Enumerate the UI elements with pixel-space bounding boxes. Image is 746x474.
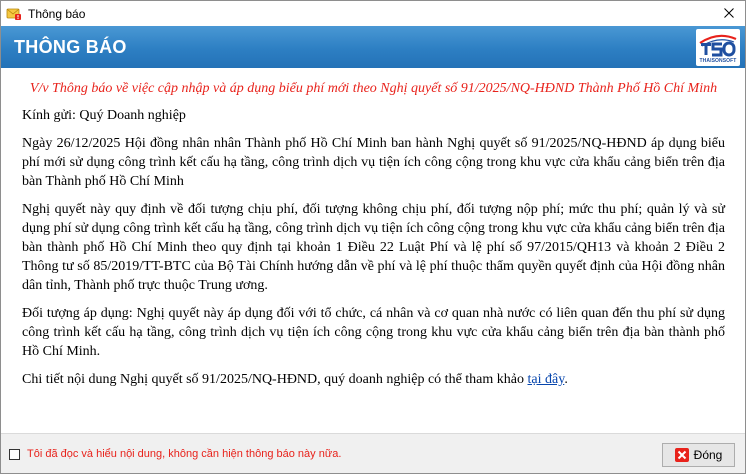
close-x-icon bbox=[674, 448, 689, 462]
paragraph-scope: Nghị quyết này quy định về đối tượng chị… bbox=[22, 202, 725, 293]
close-button-label: Đóng bbox=[693, 448, 723, 462]
window-close-button[interactable] bbox=[717, 3, 741, 23]
greeting: Kính gửi: Quý Doanh nghiệp bbox=[22, 108, 186, 123]
dont-show-again-label[interactable]: Tôi đã đọc và hiểu nội dung, không cần h… bbox=[27, 448, 341, 460]
dialog-heading: THÔNG BÁO bbox=[14, 36, 127, 57]
dont-show-again-option[interactable]: Tôi đã đọc và hiểu nội dung, không cần h… bbox=[9, 448, 341, 460]
notification-body: V/v Thông báo về việc cập nhập và áp dụn… bbox=[1, 68, 745, 433]
close-dialog-button[interactable]: Đóng bbox=[662, 443, 735, 467]
paragraph-announcement: Ngày 26/12/2025 Hội đồng nhân nhân Thành… bbox=[22, 136, 725, 189]
dont-show-again-checkbox[interactable] bbox=[9, 448, 20, 460]
close-icon bbox=[724, 8, 734, 18]
logo-text: THAISONSOFT bbox=[699, 58, 737, 64]
dialog-footer: Tôi đã đọc và hiểu nội dung, không cần h… bbox=[1, 433, 745, 473]
title-bar[interactable]: Thông báo bbox=[1, 1, 745, 26]
company-logo: THAISONSOFT bbox=[696, 29, 740, 66]
reference-suffix: . bbox=[564, 372, 568, 387]
notice-subject: V/v Thông báo về việc cập nhập và áp dụn… bbox=[29, 81, 718, 96]
reference-link[interactable]: tại đây bbox=[528, 372, 565, 387]
reference-text: Chi tiết nội dung Nghị quyết số 91/2025/… bbox=[22, 372, 528, 387]
paragraph-applicable-subjects: Đối tượng áp dụng: Nghị quyết này áp dụn… bbox=[22, 306, 725, 359]
window-title: Thông báo bbox=[28, 6, 86, 21]
notification-dialog: Thông báo THÔNG BÁO THAISONSOFT V/v Thôn… bbox=[0, 0, 746, 474]
paragraph-reference: Chi tiết nội dung Nghị quyết số 91/2025/… bbox=[22, 370, 725, 389]
header-band: THÔNG BÁO THAISONSOFT bbox=[1, 26, 745, 68]
notification-icon bbox=[6, 6, 22, 22]
